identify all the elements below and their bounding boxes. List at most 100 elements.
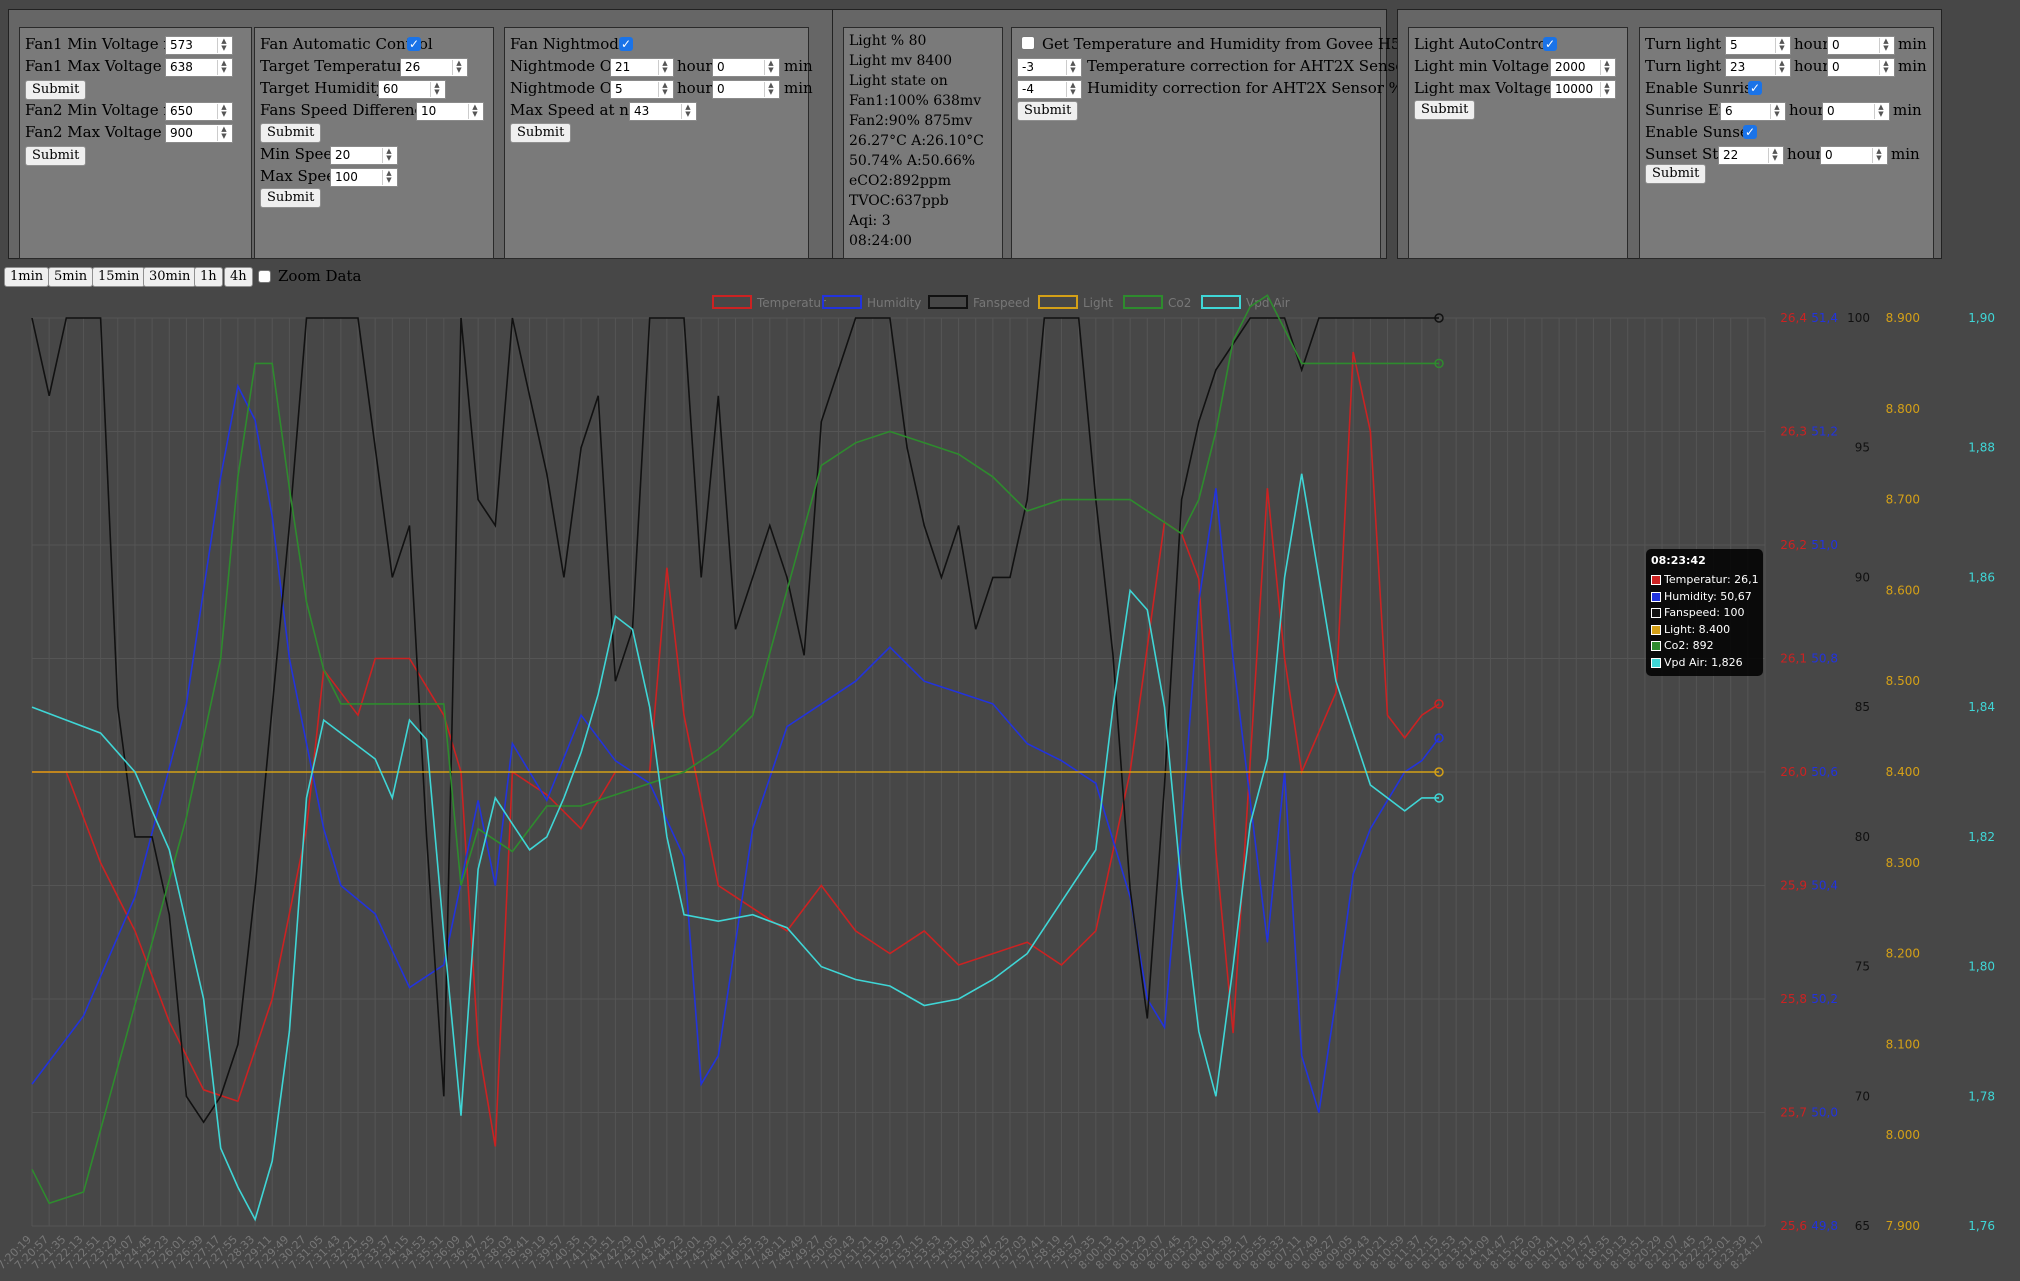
temp-correction-stepper[interactable]: ▲ ▼	[1066, 60, 1079, 75]
light-max-stepper[interactable]: ▲ ▼	[1600, 82, 1613, 97]
range-1h-button[interactable]: 1h	[194, 267, 223, 287]
light-on-hour-input[interactable]: 5 ▲ ▼	[1725, 36, 1791, 55]
govee-checkbox[interactable]	[1021, 36, 1035, 50]
light-auto-submit-button[interactable]: Submit	[1414, 100, 1476, 120]
range-15min-button[interactable]: 15min	[92, 267, 146, 287]
max-speed-input[interactable]: 100 ▲ ▼	[330, 168, 398, 187]
legend-label-co2: Co2	[1168, 296, 1191, 310]
fan2-min-input[interactable]: 650 ▲ ▼	[165, 102, 233, 121]
tooltip-temperature: Temperatur: 26,1	[1664, 573, 1759, 586]
nightmode-on-hour-input[interactable]: 21 ▲ ▼	[610, 58, 674, 77]
light-auto-checkbox[interactable]: ✓	[1543, 37, 1557, 51]
hour-label: hour	[1787, 145, 1823, 163]
target-temp-stepper[interactable]: ▲ ▼	[452, 60, 465, 75]
sunset-start-min-value: 0	[1825, 148, 1833, 162]
nightmode-submit-button[interactable]: Submit	[510, 123, 572, 143]
sunset-start-min-input[interactable]: 0 ▲ ▼	[1820, 146, 1888, 165]
axis-tick-vpd: 1,84	[1968, 700, 1995, 714]
fan1-min-stepper[interactable]: ▲ ▼	[217, 38, 230, 53]
light-on-min-stepper[interactable]: ▲ ▼	[1879, 38, 1892, 53]
sunrise-end-hour-input[interactable]: 6 ▲ ▼	[1720, 102, 1786, 121]
fan1-min-input[interactable]: 573 ▲ ▼	[165, 36, 233, 55]
sunset-start-hour-input[interactable]: 22 ▲ ▼	[1718, 146, 1784, 165]
range-1min-button[interactable]: 1min	[4, 267, 50, 287]
nightmode-checkbox[interactable]: ✓	[619, 37, 633, 51]
nightmode-off-min-stepper[interactable]: ▲ ▼	[764, 82, 777, 97]
fan1-min-value: 573	[170, 38, 193, 52]
light-off-hour-input[interactable]: 23 ▲ ▼	[1725, 58, 1791, 77]
status-humidity: 50.74% A:50.66%	[849, 153, 976, 169]
speed-diff-stepper[interactable]: ▲ ▼	[468, 104, 481, 119]
legend-label-light: Light	[1083, 296, 1113, 310]
sunset-start-hour-value: 22	[1723, 148, 1739, 162]
sunset-checkbox[interactable]: ✓	[1743, 125, 1757, 139]
hum-correction-stepper[interactable]: ▲ ▼	[1066, 82, 1079, 97]
light-off-min-stepper[interactable]: ▲ ▼	[1879, 60, 1892, 75]
tooltip-vpd: Vpd Air: 1,826	[1664, 655, 1743, 669]
axis-tick-fan: 100	[1847, 311, 1870, 325]
sensor-submit-button[interactable]: Submit	[1017, 101, 1079, 121]
light-max-input[interactable]: 10000 ▲ ▼	[1550, 80, 1616, 99]
status-fan1: Fan1:100% 638mv	[849, 93, 982, 109]
legend-swatch-co2	[1123, 295, 1163, 309]
axis-tick-temp: 26,2	[1780, 538, 1807, 552]
nightmode-off-hour-input[interactable]: 5 ▲ ▼	[610, 80, 674, 99]
temp-correction-input[interactable]: -3 ▲ ▼	[1017, 58, 1082, 77]
nightmode-off-hour-stepper[interactable]: ▲ ▼	[658, 82, 671, 97]
sunrise-end-min-input[interactable]: 0 ▲ ▼	[1822, 102, 1890, 121]
nightmode-off-min-input[interactable]: 0 ▲ ▼	[712, 80, 780, 99]
min-speed-input[interactable]: 20 ▲ ▼	[330, 146, 398, 165]
fan1-max-stepper[interactable]: ▲ ▼	[217, 60, 230, 75]
status-lines: Light % 80 Light mv 8400 Light state on …	[849, 31, 984, 251]
light-off-min-input[interactable]: 0 ▲ ▼	[1827, 58, 1895, 77]
nightmode-on-min-input[interactable]: 0 ▲ ▼	[712, 58, 780, 77]
fan2-submit-button[interactable]: Submit	[25, 146, 87, 166]
light-min-stepper[interactable]: ▲ ▼	[1600, 60, 1613, 75]
fan2-min-stepper[interactable]: ▲ ▼	[217, 104, 230, 119]
target-hum-input[interactable]: 60 ▲ ▼	[378, 80, 446, 99]
min-speed-stepper[interactable]: ▲ ▼	[382, 148, 395, 163]
target-temp-input[interactable]: 26 ▲ ▼	[400, 58, 468, 77]
light-schedule-submit-button[interactable]: Submit	[1645, 164, 1707, 184]
light-on-hour-stepper[interactable]: ▲ ▼	[1775, 38, 1788, 53]
light-min-input[interactable]: 2000 ▲ ▼	[1550, 58, 1616, 77]
chart-series	[31, 294, 1444, 1222]
zoom-data-checkbox[interactable]	[258, 270, 271, 283]
fan2-max-stepper[interactable]: ▲ ▼	[217, 126, 230, 141]
range-30min-button[interactable]: 30min	[143, 267, 197, 287]
sunset-start-hour-stepper[interactable]: ▲ ▼	[1768, 148, 1781, 163]
tooltip-swatch	[1651, 591, 1661, 602]
light-on-hour-value: 5	[1730, 38, 1738, 52]
fan-auto-submit-button[interactable]: Submit	[260, 123, 322, 143]
hum-correction-label: Humidity correction for AHT2X Sensor %	[1087, 79, 1403, 97]
light-on-min-input[interactable]: 0 ▲ ▼	[1827, 36, 1895, 55]
night-max-speed-stepper[interactable]: ▲ ▼	[681, 104, 694, 119]
hum-correction-input[interactable]: -4 ▲ ▼	[1017, 80, 1082, 99]
axis-tick-hum: 50,4	[1811, 879, 1838, 893]
tooltip-row-co2: Co2: 892	[1651, 638, 1758, 655]
night-max-speed-input[interactable]: 43 ▲ ▼	[629, 102, 697, 121]
nightmode-off-min-value: 0	[717, 82, 725, 96]
fan2-max-input[interactable]: 900 ▲ ▼	[165, 124, 233, 143]
range-5min-button[interactable]: 5min	[48, 267, 94, 287]
axis-tick-fan: 75	[1855, 960, 1870, 974]
sunrise-end-min-stepper[interactable]: ▲ ▼	[1874, 104, 1887, 119]
fan-auto-checkbox[interactable]: ✓	[407, 37, 421, 51]
fan1-max-input[interactable]: 638 ▲ ▼	[165, 58, 233, 77]
light-off-hour-value: 23	[1730, 60, 1746, 74]
min-speed-value: 20	[335, 148, 351, 162]
speed-submit-button[interactable]: Submit	[260, 188, 322, 208]
sunset-start-min-stepper[interactable]: ▲ ▼	[1872, 148, 1885, 163]
max-speed-stepper[interactable]: ▲ ▼	[382, 170, 395, 185]
tooltip-swatch	[1651, 575, 1661, 585]
sunrise-checkbox[interactable]: ✓	[1748, 81, 1762, 95]
nightmode-on-min-stepper[interactable]: ▲ ▼	[764, 60, 777, 75]
fan1-submit-button[interactable]: Submit	[25, 80, 87, 100]
speed-diff-input[interactable]: 10 ▲ ▼	[416, 102, 484, 121]
range-4h-button[interactable]: 4h	[224, 267, 253, 287]
light-off-hour-stepper[interactable]: ▲ ▼	[1775, 60, 1788, 75]
sunrise-end-hour-stepper[interactable]: ▲ ▼	[1770, 104, 1783, 119]
target-hum-stepper[interactable]: ▲ ▼	[430, 82, 443, 97]
nightmode-on-hour-stepper[interactable]: ▲ ▼	[658, 60, 671, 75]
sensor-chart[interactable]: Temperatur Humidity Fanspeed Light Co2 Vpd Ai…	[0, 290, 2020, 1281]
